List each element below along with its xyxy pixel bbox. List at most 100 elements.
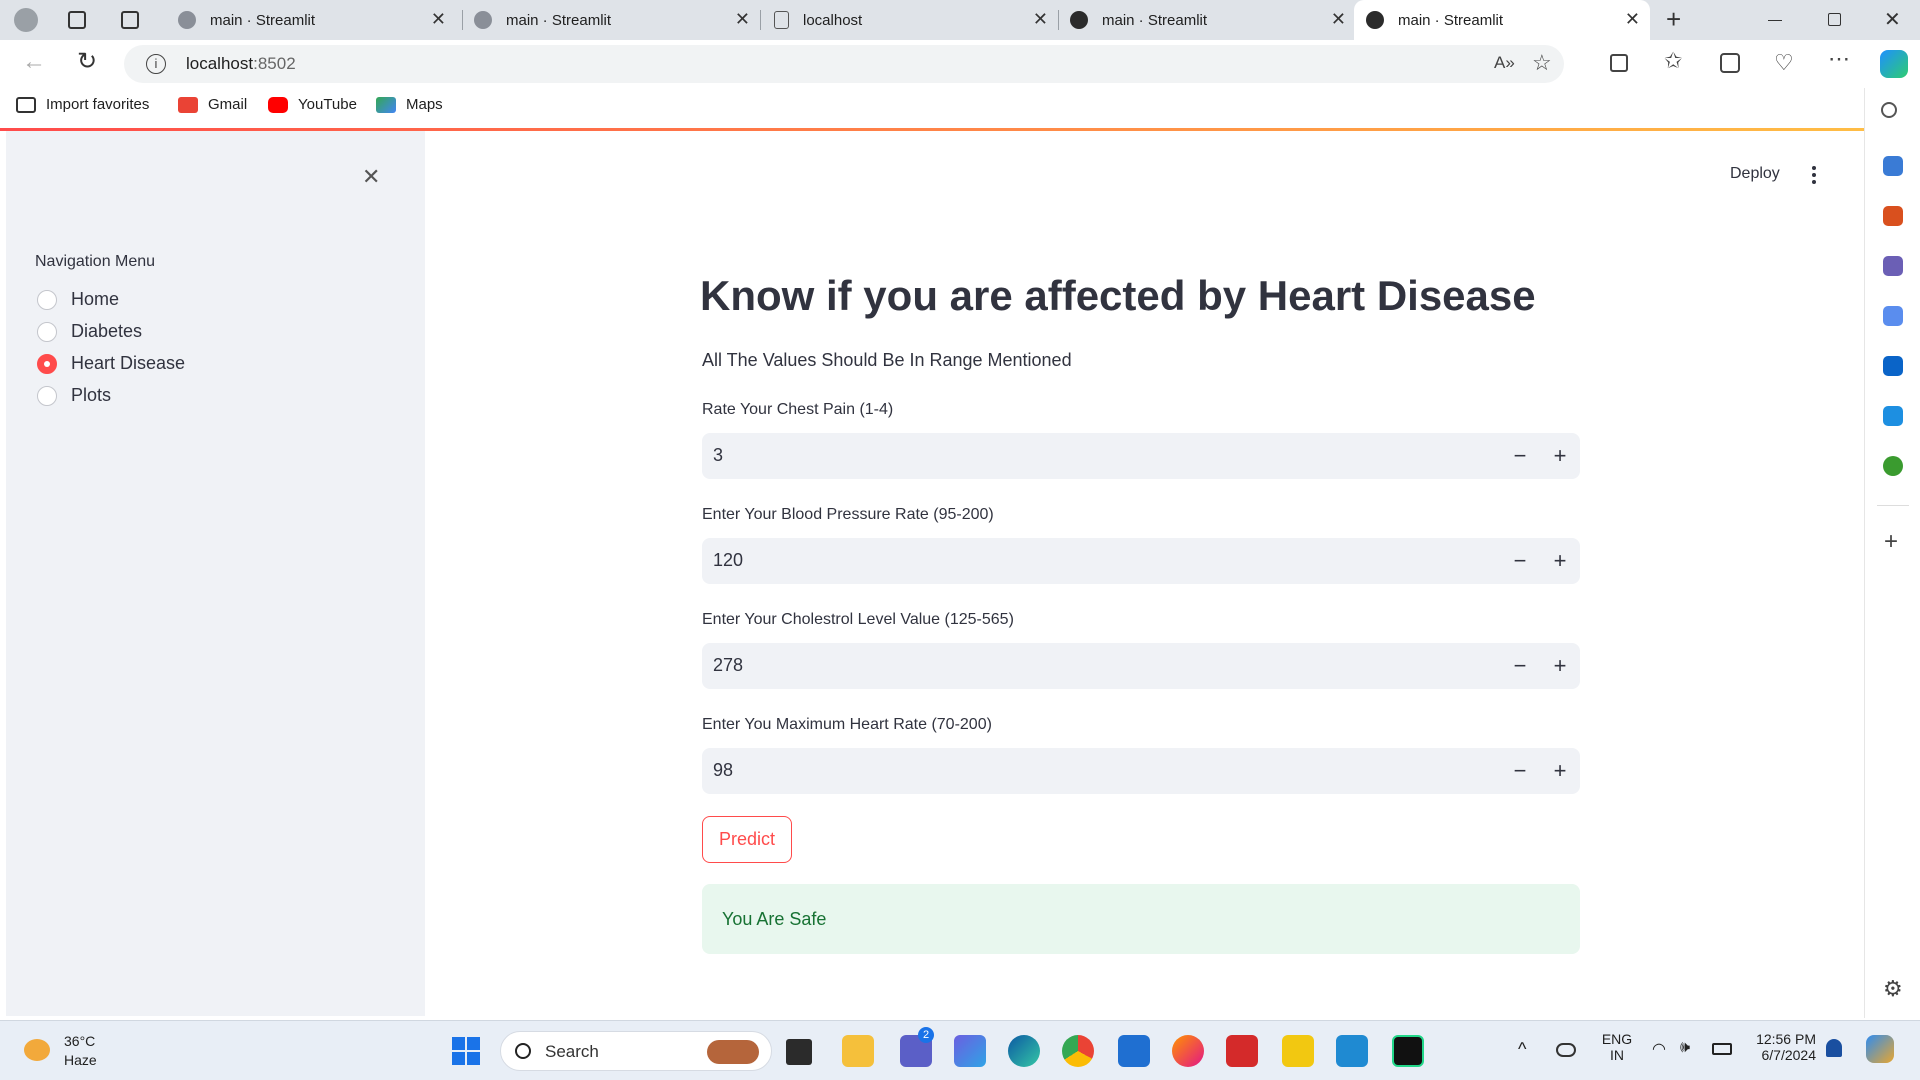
shopping-icon[interactable]	[1883, 156, 1903, 176]
read-aloud-icon[interactable]: A»	[1494, 53, 1515, 73]
copilot-preview-icon[interactable]	[1866, 1035, 1894, 1063]
restore-icon[interactable]	[1828, 13, 1841, 26]
search-icon[interactable]	[1881, 102, 1897, 118]
task-view-icon[interactable]	[786, 1039, 812, 1065]
input-value[interactable]: 3	[713, 445, 723, 466]
notification-bell-icon[interactable]	[1826, 1039, 1842, 1057]
favorites-icon[interactable]: ✩	[1664, 48, 1682, 74]
browser-tab[interactable]: localhost ✕	[762, 0, 1058, 40]
nav-radio-heart-disease[interactable]: Heart Disease	[37, 353, 185, 374]
mail-icon[interactable]	[1118, 1035, 1150, 1067]
copilot-icon[interactable]	[1880, 50, 1908, 78]
page-title: Know if you are affected by Heart Diseas…	[700, 272, 1536, 319]
refresh-icon[interactable]: ↻	[77, 47, 97, 76]
favorite-import[interactable]: Import favorites	[16, 96, 149, 113]
decrement-button[interactable]: −	[1506, 652, 1534, 680]
radio-circle[interactable]	[37, 385, 57, 406]
max-heart-rate-input[interactable]: 98 − +	[702, 748, 1580, 794]
maps-icon	[376, 96, 396, 113]
deploy-button[interactable]: Deploy	[1730, 165, 1780, 183]
volume-icon[interactable]: 🕪	[1680, 1039, 1690, 1057]
send-icon[interactable]	[1883, 406, 1903, 426]
file-explorer-icon[interactable]	[842, 1035, 874, 1067]
language-indicator[interactable]: ENG IN	[1600, 1031, 1634, 1063]
browser-tab-active[interactable]: main · Streamlit ✕	[1354, 0, 1650, 40]
profile-icon[interactable]	[14, 8, 38, 32]
wifi-icon[interactable]: ◠	[1652, 1039, 1666, 1059]
tree-icon[interactable]	[1883, 456, 1903, 476]
nav-radio-diabetes[interactable]: Diabetes	[37, 321, 142, 342]
input-value[interactable]: 278	[713, 655, 743, 676]
increment-button[interactable]: +	[1546, 547, 1574, 575]
minimize-icon[interactable]	[1768, 20, 1782, 21]
close-tab-icon[interactable]: ✕	[1033, 9, 1048, 30]
games-icon[interactable]	[1883, 256, 1903, 276]
microsoft365-icon[interactable]	[1883, 306, 1903, 326]
split-screen-icon[interactable]	[1610, 54, 1628, 72]
add-sidebar-app-icon[interactable]: +	[1884, 528, 1898, 556]
outlook-icon[interactable]	[1883, 356, 1903, 376]
favorite-maps[interactable]: Maps	[376, 96, 443, 113]
chest-pain-input[interactable]: 3 − +	[702, 433, 1580, 479]
increment-button[interactable]: +	[1546, 442, 1574, 470]
edge-icon[interactable]	[1008, 1035, 1040, 1067]
teams-icon[interactable]: 2	[900, 1027, 934, 1067]
browser-essentials-icon[interactable]: ♡	[1774, 50, 1794, 76]
weather-widget[interactable]: 36°C Haze	[24, 1031, 124, 1071]
tools-icon[interactable]	[1883, 206, 1903, 226]
close-tab-icon[interactable]: ✕	[431, 9, 446, 30]
favorite-youtube[interactable]: YouTube	[268, 96, 357, 113]
back-icon[interactable]: ←	[22, 48, 46, 76]
predict-button[interactable]: Predict	[702, 816, 792, 863]
new-tab-icon[interactable]: +	[1666, 4, 1681, 35]
browser-tab[interactable]: main · Streamlit ✕	[464, 0, 760, 40]
nav-radio-plots[interactable]: Plots	[37, 385, 111, 406]
chrome-icon[interactable]	[1062, 1035, 1094, 1067]
address-bar-row: ← ↻ i localhost:8502 A» ☆ ✩ ♡ ⋯	[0, 40, 1920, 88]
decrement-button[interactable]: −	[1506, 442, 1534, 470]
workspaces-icon[interactable]	[68, 11, 86, 29]
increment-button[interactable]: +	[1546, 757, 1574, 785]
sidebar-settings-icon[interactable]: ⚙	[1883, 976, 1903, 1002]
vscode-icon[interactable]	[1336, 1035, 1368, 1067]
close-window-icon[interactable]: ✕	[1884, 7, 1901, 32]
show-hidden-icons[interactable]: ^	[1518, 1039, 1526, 1060]
more-options-icon[interactable]: ⋯	[1828, 46, 1850, 72]
battery-icon[interactable]	[1712, 1043, 1732, 1055]
browser-tab[interactable]: main · Streamlit ✕	[166, 0, 456, 40]
decrement-button[interactable]: −	[1506, 757, 1534, 785]
increment-button[interactable]: +	[1546, 652, 1574, 680]
site-info-icon[interactable]: i	[146, 54, 166, 74]
blood-pressure-label: Enter Your Blood Pressure Rate (95-200)	[702, 506, 994, 523]
close-tab-icon[interactable]: ✕	[1625, 9, 1640, 30]
browser-tab[interactable]: main · Streamlit ✕	[1060, 0, 1356, 40]
cholesterol-input[interactable]: 278 − +	[702, 643, 1580, 689]
taskbar-search[interactable]: Search	[500, 1031, 772, 1071]
radio-circle[interactable]	[37, 321, 57, 342]
close-sidebar-icon[interactable]: ✕	[362, 164, 380, 190]
vertical-tabs-icon[interactable]	[121, 11, 139, 29]
radio-circle-selected[interactable]	[37, 353, 57, 374]
firefox-icon[interactable]	[1172, 1035, 1204, 1067]
radio-circle[interactable]	[37, 289, 57, 310]
blood-pressure-input[interactable]: 120 − +	[702, 538, 1580, 584]
copilot-taskbar-icon[interactable]	[954, 1035, 986, 1067]
main-menu-icon[interactable]	[1812, 165, 1818, 185]
url-field[interactable]: i localhost:8502 A» ☆	[124, 45, 1564, 83]
power-bi-icon[interactable]	[1282, 1035, 1314, 1067]
onedrive-icon[interactable]	[1556, 1043, 1576, 1057]
input-value[interactable]: 98	[713, 760, 733, 781]
close-tab-icon[interactable]: ✕	[735, 9, 750, 30]
close-tab-icon[interactable]: ✕	[1331, 9, 1346, 30]
xilinx-icon[interactable]	[1226, 1035, 1258, 1067]
clock[interactable]: 12:56 PM 6/7/2024	[1750, 1031, 1816, 1063]
favorite-gmail[interactable]: Gmail	[178, 96, 247, 113]
start-icon[interactable]	[452, 1037, 480, 1065]
favorite-star-icon[interactable]: ☆	[1532, 50, 1552, 76]
collections-icon[interactable]	[1720, 53, 1740, 73]
teams-badge: 2	[918, 1027, 934, 1043]
decrement-button[interactable]: −	[1506, 547, 1534, 575]
input-value[interactable]: 120	[713, 550, 743, 571]
pycharm-icon[interactable]	[1392, 1035, 1424, 1067]
nav-radio-home[interactable]: Home	[37, 289, 119, 310]
